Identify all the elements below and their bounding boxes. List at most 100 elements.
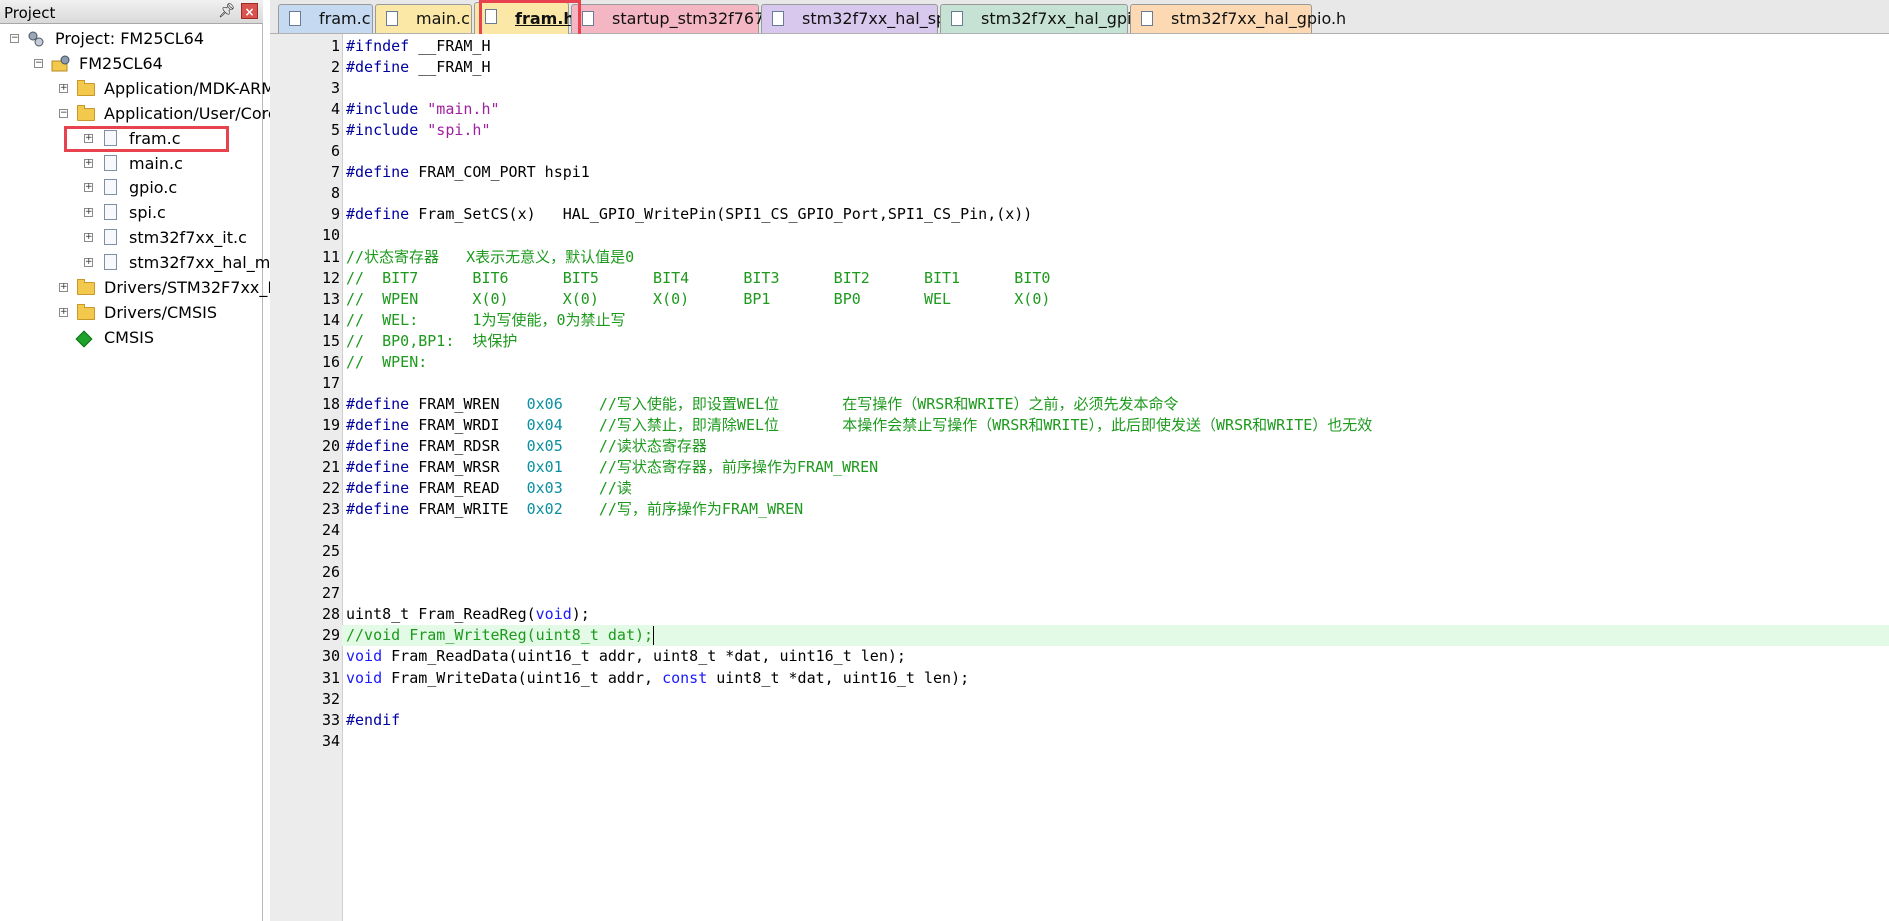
code-line[interactable]: 21 #define FRAM_WRSR 0x01 //写状态寄存器，前序操作为F… — [270, 457, 1889, 478]
close-icon[interactable]: × — [241, 3, 258, 19]
line-number: 18 — [321, 394, 340, 413]
code-line[interactable]: 20 #define FRAM_RDSR 0x05 //读状态寄存器 — [270, 436, 1889, 457]
collapse-icon[interactable]: − — [34, 58, 43, 68]
line-number: 1 — [330, 37, 340, 55]
code-token: #define — [346, 205, 419, 224]
code-token: 0x03 — [526, 479, 563, 498]
code-token: uint8_t Fram_ReadReg( — [346, 605, 536, 624]
code-token: // BIT7 BIT6 BIT5 BIT4 BIT3 BIT2 BIT1 BI… — [346, 268, 1051, 287]
code-line[interactable]: 5 #include "spi.h" — [270, 120, 1889, 141]
code-line[interactable]: 12 // BIT7 BIT6 BIT5 BIT4 BIT3 BIT2 BIT1 … — [270, 268, 1889, 289]
line-number: 20 — [321, 436, 340, 455]
code-line[interactable]: 6 — [270, 141, 1889, 162]
code-token: Fram_WriteData(uint16_t addr, — [382, 668, 663, 687]
expand-icon[interactable]: + — [84, 233, 93, 243]
expand-icon[interactable]: + — [59, 307, 68, 317]
code-text: // BP0,BP1: 块保护 — [346, 331, 517, 352]
code-line[interactable]: 3 — [270, 78, 1889, 99]
tab-1[interactable]: fram.c — [278, 4, 373, 33]
project-panel-title: Project — [4, 4, 56, 22]
code-line[interactable]: 9 #define Fram_SetCS(x) HAL_GPIO_WritePin… — [270, 204, 1889, 225]
code-line[interactable]: 11 //状态寄存器 X表示无意义，默认值是0 — [270, 247, 1889, 268]
code-line[interactable]: 8 — [270, 183, 1889, 204]
code-line[interactable]: 27 — [270, 583, 1889, 604]
code-line[interactable]: 17 — [270, 373, 1889, 394]
file-icon — [289, 11, 301, 26]
line-number: 19 — [321, 415, 340, 434]
code-line[interactable]: 13 // WPEN X(0) X(0) X(0) BP1 BP0 WEL X(0… — [270, 289, 1889, 310]
line-number: 11 — [321, 247, 340, 266]
code-line[interactable]: 10 — [270, 225, 1889, 246]
expand-icon[interactable]: + — [84, 158, 93, 168]
code-line[interactable]: 31 void Fram_WriteData(uint16_t addr, con… — [270, 668, 1889, 689]
line-number: 28 — [321, 605, 340, 624]
file-icon — [386, 11, 398, 26]
line-number: 24 — [321, 521, 340, 540]
expand-icon[interactable]: + — [84, 183, 93, 193]
tab-7[interactable]: stm32f7xx_hal_gpio.h — [1130, 4, 1346, 33]
tab-4[interactable]: startup_stm32f767xx.s — [571, 4, 797, 33]
code-text: #define FRAM_WRSR 0x01 //写状态寄存器，前序操作为FRA… — [346, 457, 878, 478]
code-line[interactable]: 25 — [270, 541, 1889, 562]
code-line[interactable]: 30 void Fram_ReadData(uint16_t addr, uint… — [270, 646, 1889, 667]
code-line[interactable]: 33 #endif — [270, 710, 1889, 731]
code-text: #include "spi.h" — [346, 120, 491, 141]
project-icon — [27, 30, 45, 48]
code-line[interactable]: 14 // WEL: 1为写使能，0为禁止写 — [270, 310, 1889, 331]
code-token: // WPEN X(0) X(0) X(0) BP1 BP0 WEL X(0) — [346, 289, 1051, 308]
expand-icon[interactable]: + — [84, 208, 93, 218]
code-line[interactable]: 18 #define FRAM_WREN 0x06 //写入使能，即设置WEL位 … — [270, 394, 1889, 415]
code-token: // WEL: 1为写使能，0为禁止写 — [346, 310, 626, 329]
code-line[interactable]: 29 //void Fram_WriteReg(uint8_t dat); — [322, 625, 1889, 647]
code-line[interactable]: 4 #include "main.h" — [270, 99, 1889, 120]
line-number: 6 — [330, 142, 340, 161]
tab-6[interactable]: stm32f7xx_hal_gpio.c — [940, 4, 1155, 33]
code-line[interactable]: 22 #define FRAM_READ 0x03 //读 — [270, 478, 1889, 499]
tab-2[interactable]: main.c — [375, 4, 472, 33]
code-token: #define — [346, 163, 419, 182]
code-line[interactable]: 26 — [270, 562, 1889, 583]
code-line[interactable]: 34 — [270, 731, 1889, 752]
code-line[interactable]: 2 #define __FRAM_H — [270, 57, 1889, 78]
code-token: //void Fram_WriteReg(uint8_t dat); — [346, 626, 654, 645]
code-text: #define FRAM_READ 0x03 //读 — [346, 478, 632, 499]
code-token: //读状态寄存器 — [598, 436, 707, 455]
tab-5[interactable]: stm32f7xx_hal_spi.c — [761, 4, 965, 33]
code-line[interactable]: 16 // WPEN: — [270, 352, 1889, 373]
tree-item-label: Application/MDK-ARM — [104, 78, 276, 98]
collapse-icon[interactable]: − — [10, 34, 19, 43]
code-token: Fram_ReadData(uint16_t addr, uint8_t *da… — [382, 647, 906, 666]
code-line[interactable]: 32 — [270, 689, 1889, 710]
code-token: FRAM_RDSR — [418, 436, 527, 455]
line-number: 14 — [321, 310, 340, 329]
tab-label: stm32f7xx_hal_gpio.h — [1171, 9, 1347, 28]
line-number: 30 — [321, 647, 340, 666]
code-line[interactable]: 24 — [270, 520, 1889, 541]
code-text: #define FRAM_RDSR 0x05 //读状态寄存器 — [346, 436, 707, 457]
line-number: 23 — [321, 500, 340, 519]
tab-3[interactable]: fram.h — [474, 2, 575, 34]
code-line[interactable]: 19 #define FRAM_WRDI 0x04 //写入禁止，即清除WEL位 … — [270, 415, 1889, 436]
code-editor[interactable]: 1 #ifndef __FRAM_H 2 #define __FRAM_H 3 4 #inc… — [270, 34, 1889, 921]
code-line[interactable]: 7 #define FRAM_COM_PORT hspi1 — [270, 162, 1889, 183]
code-line[interactable]: 28 uint8_t Fram_ReadReg(void); — [270, 604, 1889, 625]
code-line[interactable]: 23 #define FRAM_WRITE 0x02 //写，前序操作为FRAM_… — [270, 499, 1889, 520]
collapse-icon[interactable]: − — [59, 108, 68, 118]
code-token: #define — [346, 479, 419, 498]
code-text: //void Fram_WriteReg(uint8_t dat); — [346, 625, 653, 646]
expand-icon[interactable]: + — [84, 258, 93, 268]
pin-icon[interactable]: 📌︎ — [218, 2, 236, 20]
code-text: #ifndef __FRAM_H — [346, 36, 491, 57]
code-line[interactable]: 1 #ifndef __FRAM_H — [270, 36, 1889, 57]
expand-icon[interactable]: + — [59, 283, 68, 292]
line-number: 32 — [321, 689, 340, 708]
code-line[interactable]: 15 // BP0,BP1: 块保护 — [270, 331, 1889, 352]
code-token: void — [535, 605, 572, 624]
expand-icon[interactable]: + — [84, 133, 93, 143]
code-token: #endif — [346, 710, 401, 729]
expand-icon[interactable]: + — [59, 83, 68, 93]
code-token: 0x02 — [526, 500, 563, 519]
file-icon — [1141, 11, 1153, 26]
